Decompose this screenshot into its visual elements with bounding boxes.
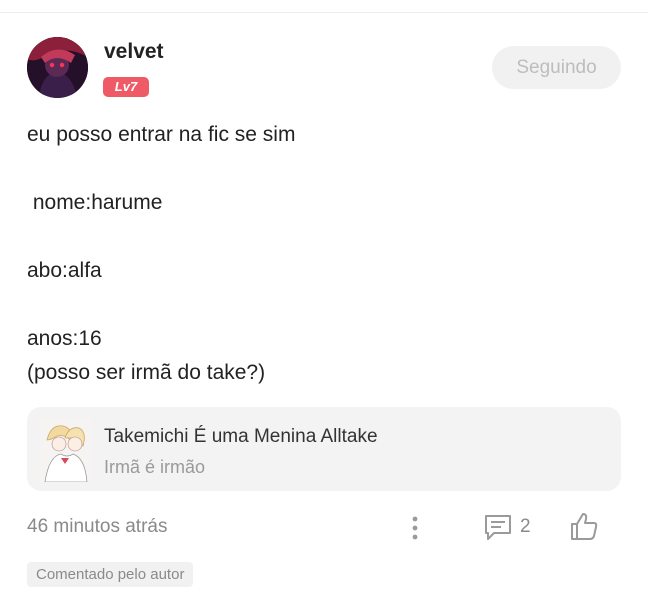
timestamp: 46 minutos atrás	[27, 516, 168, 537]
comment-icon[interactable]	[483, 512, 513, 542]
post-body-line: anos:16	[27, 327, 102, 350]
story-title: Takemichi É uma Menina Alltake	[104, 426, 378, 447]
post-body-line	[27, 220, 617, 254]
username[interactable]: velvet	[104, 40, 164, 64]
post-body-line: (posso ser irmã do take?)	[27, 361, 266, 384]
thumbs-up-icon[interactable]	[568, 510, 600, 542]
more-vertical-icon[interactable]	[408, 514, 422, 542]
level-badge: Lv7	[103, 77, 149, 97]
post-body-line: nome:harume	[27, 191, 163, 214]
comment-count: 2	[520, 516, 531, 537]
avatar[interactable]	[27, 37, 88, 98]
author-commented-badge: Comentado pelo autor	[27, 562, 194, 587]
post-body: eu posso entrar na fic se sim nome:harum…	[27, 118, 617, 390]
post-body-line	[27, 288, 617, 322]
post-body-line	[27, 152, 617, 186]
top-divider	[0, 12, 648, 13]
following-button[interactable]: Seguindo	[492, 46, 621, 89]
story-thumbnail	[39, 418, 91, 482]
post-body-line: abo:alfa	[27, 259, 102, 282]
linked-story-card[interactable]: Takemichi É uma Menina Alltake Irmã é ir…	[27, 407, 621, 491]
story-chapter: Irmã é irmão	[104, 457, 206, 477]
post-body-line: eu posso entrar na fic se sim	[27, 123, 296, 146]
